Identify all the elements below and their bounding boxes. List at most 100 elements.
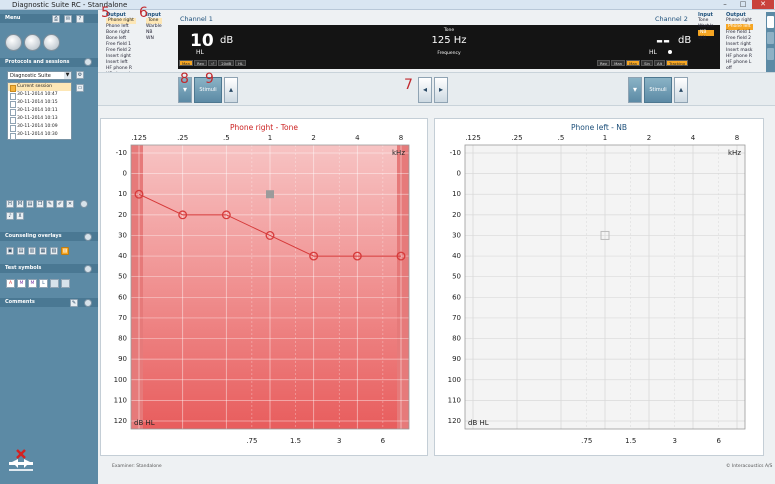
list-item[interactable]: 30-11-2014 10:11 [8, 107, 71, 116]
tab-aud[interactable] [767, 16, 774, 28]
folder-icon[interactable]: ▭ [76, 84, 84, 92]
list-item[interactable]: 30-11-2014 10:13 [8, 115, 71, 124]
ch2-level-up-button[interactable]: ▴ [674, 77, 688, 103]
step-button[interactable]: 20dB [218, 60, 235, 66]
symbol-button[interactable]: A [6, 279, 15, 288]
filter-icon[interactable]: ⊻ [16, 212, 24, 220]
list-item[interactable]: Current session [8, 83, 71, 92]
channel1-output-list: Output Phone right Phone left Bone right… [106, 12, 136, 78]
sin-button[interactable]: Sin [641, 60, 653, 66]
hf-icon[interactable]: H [6, 200, 14, 208]
list-item[interactable]: 30-11-2014 10:15 [8, 99, 71, 108]
cursor-marker [266, 190, 274, 199]
overlay-icon[interactable]: ▣ [6, 247, 14, 255]
print-icon[interactable]: ⎙ [52, 15, 60, 23]
audiogram-right-chart[interactable]: -10 0 10 20 30 40 50 60 70 80 90 100 110 120 .125 .25 .5… [101, 119, 429, 457]
counseling-label: Counseling overlays [5, 233, 62, 239]
x-tick-label: 8 [399, 134, 403, 142]
ch2-stimulus-button[interactable]: Stimuli [644, 77, 672, 103]
x-bottom-tick-label: .75 [581, 437, 592, 445]
man-active-button[interactable]: Man [626, 60, 641, 66]
overlay-icon[interactable]: ▧ [50, 247, 58, 255]
y-tick-label: 0 [123, 170, 127, 178]
x-bottom-tick-label: 6 [381, 437, 386, 445]
y-tick-label: 50 [118, 273, 127, 281]
list-item[interactable]: 30-11-2014 10:09 [8, 123, 71, 132]
delete-icon[interactable]: ✕ [66, 200, 74, 208]
x-tick-label: 2 [647, 134, 651, 142]
edit-icon[interactable]: ✎ [46, 200, 54, 208]
y-tick-label: 50 [452, 273, 461, 281]
input-item[interactable]: WN [146, 36, 162, 42]
sidebar: Menu ⎙ ✉ ? Protocols and sessions Diagno… [0, 10, 98, 484]
rev-button[interactable]: Rev [194, 60, 208, 66]
sound-icon[interactable]: ♪ [6, 212, 14, 220]
frequency-label: Frequency [437, 51, 461, 56]
collapse-icon[interactable] [80, 200, 88, 208]
level-up-button[interactable]: ▴ [224, 77, 238, 103]
x-bottom-tick-label: .75 [246, 437, 257, 445]
tab-imp[interactable] [767, 32, 774, 44]
tympanometry-icon[interactable] [24, 34, 41, 51]
y-tick-label: 20 [452, 211, 461, 219]
collapse-icon[interactable] [84, 299, 92, 307]
close-button[interactable]: ✕ [752, 0, 774, 9]
symbol-button[interactable]: M [17, 279, 26, 288]
help-icon[interactable]: ? [76, 15, 84, 23]
symbol-button[interactable] [61, 279, 70, 288]
tab-other[interactable] [767, 48, 774, 60]
rev-button[interactable]: Rev [597, 60, 611, 66]
maximize-button[interactable]: □ [734, 0, 752, 9]
y-tick-label: 100 [114, 376, 127, 384]
y-tick-label: 10 [118, 190, 127, 198]
symbol-button[interactable] [50, 279, 59, 288]
freq-right-button[interactable]: ▸ [434, 77, 448, 103]
audiometer-icon[interactable] [5, 34, 22, 51]
collapse-icon[interactable] [84, 233, 92, 241]
pencil-icon[interactable]: ✐ [56, 200, 64, 208]
y-tick-label: 40 [452, 252, 461, 260]
comment-icon[interactable]: ✎ [70, 299, 78, 307]
ch2-level-down-button[interactable]: ▾ [628, 77, 642, 103]
symbol-button[interactable]: L [39, 279, 48, 288]
chevron-down-icon: ▼ [64, 72, 71, 79]
y-tick-label: -10 [116, 149, 127, 157]
hf-mask-icon[interactable]: M [16, 200, 24, 208]
marker-8: 8 [180, 71, 189, 87]
overlay-icon[interactable]: ▤ [17, 247, 25, 255]
audiogram-left-chart[interactable]: -10 0 10 20 30 40 50 60 70 80 90 100 110 120 .125 .25 .5… [435, 119, 765, 457]
edge-band [397, 145, 409, 429]
freq-left-button[interactable]: ◂ [418, 77, 432, 103]
protocol-select[interactable]: Diagnostic Suite ▼ [7, 71, 72, 80]
overlay-icon[interactable]: ▦ [39, 247, 47, 255]
symbol-button[interactable]: M [28, 279, 37, 288]
tracking-button[interactable]: Tracking [666, 60, 688, 66]
overlay-icon[interactable]: ▥ [28, 247, 36, 255]
minimize-button[interactable]: – [716, 0, 734, 9]
collapse-icon[interactable] [84, 265, 92, 273]
channel1-input-list: Input Tone Warble NB WN [146, 12, 162, 42]
overlay-active-icon[interactable]: ▨ [61, 247, 69, 255]
hl-button[interactable]: HL [235, 60, 247, 66]
collapse-icon[interactable] [84, 58, 92, 66]
channel1-buttons: Man Rev ⏎ 20dB HL [179, 60, 247, 66]
list-item[interactable]: 30-11-2014 10:47 [8, 91, 71, 100]
list-item[interactable]: 30-11-2014 10:30 [8, 131, 71, 140]
man-button[interactable]: Man [179, 60, 194, 66]
save-icon[interactable]: ✉ [64, 15, 72, 23]
settings-icon[interactable]: ⚙ [76, 71, 84, 79]
reflex-icon[interactable] [43, 34, 60, 51]
protocol-value: Diagnostic Suite [10, 73, 51, 79]
monitor-icon[interactable]: ▤ [26, 200, 34, 208]
control-bar: ▾ Stimuli ▴ ◂ ▸ ▾ Stimuli ▴ [98, 72, 775, 106]
man-button[interactable]: Man [611, 60, 626, 66]
enter-button[interactable]: ⏎ [208, 60, 218, 66]
side-tabs [766, 12, 775, 80]
x-tick-label: 2 [311, 134, 315, 142]
copy-icon[interactable]: ❐ [36, 200, 44, 208]
comments-label: Comments [5, 299, 35, 305]
record-logo-icon [9, 449, 33, 471]
alt-button[interactable]: Alt [653, 60, 666, 66]
x-tick-label: .5 [558, 134, 565, 142]
input-item[interactable]: WN [698, 36, 714, 42]
